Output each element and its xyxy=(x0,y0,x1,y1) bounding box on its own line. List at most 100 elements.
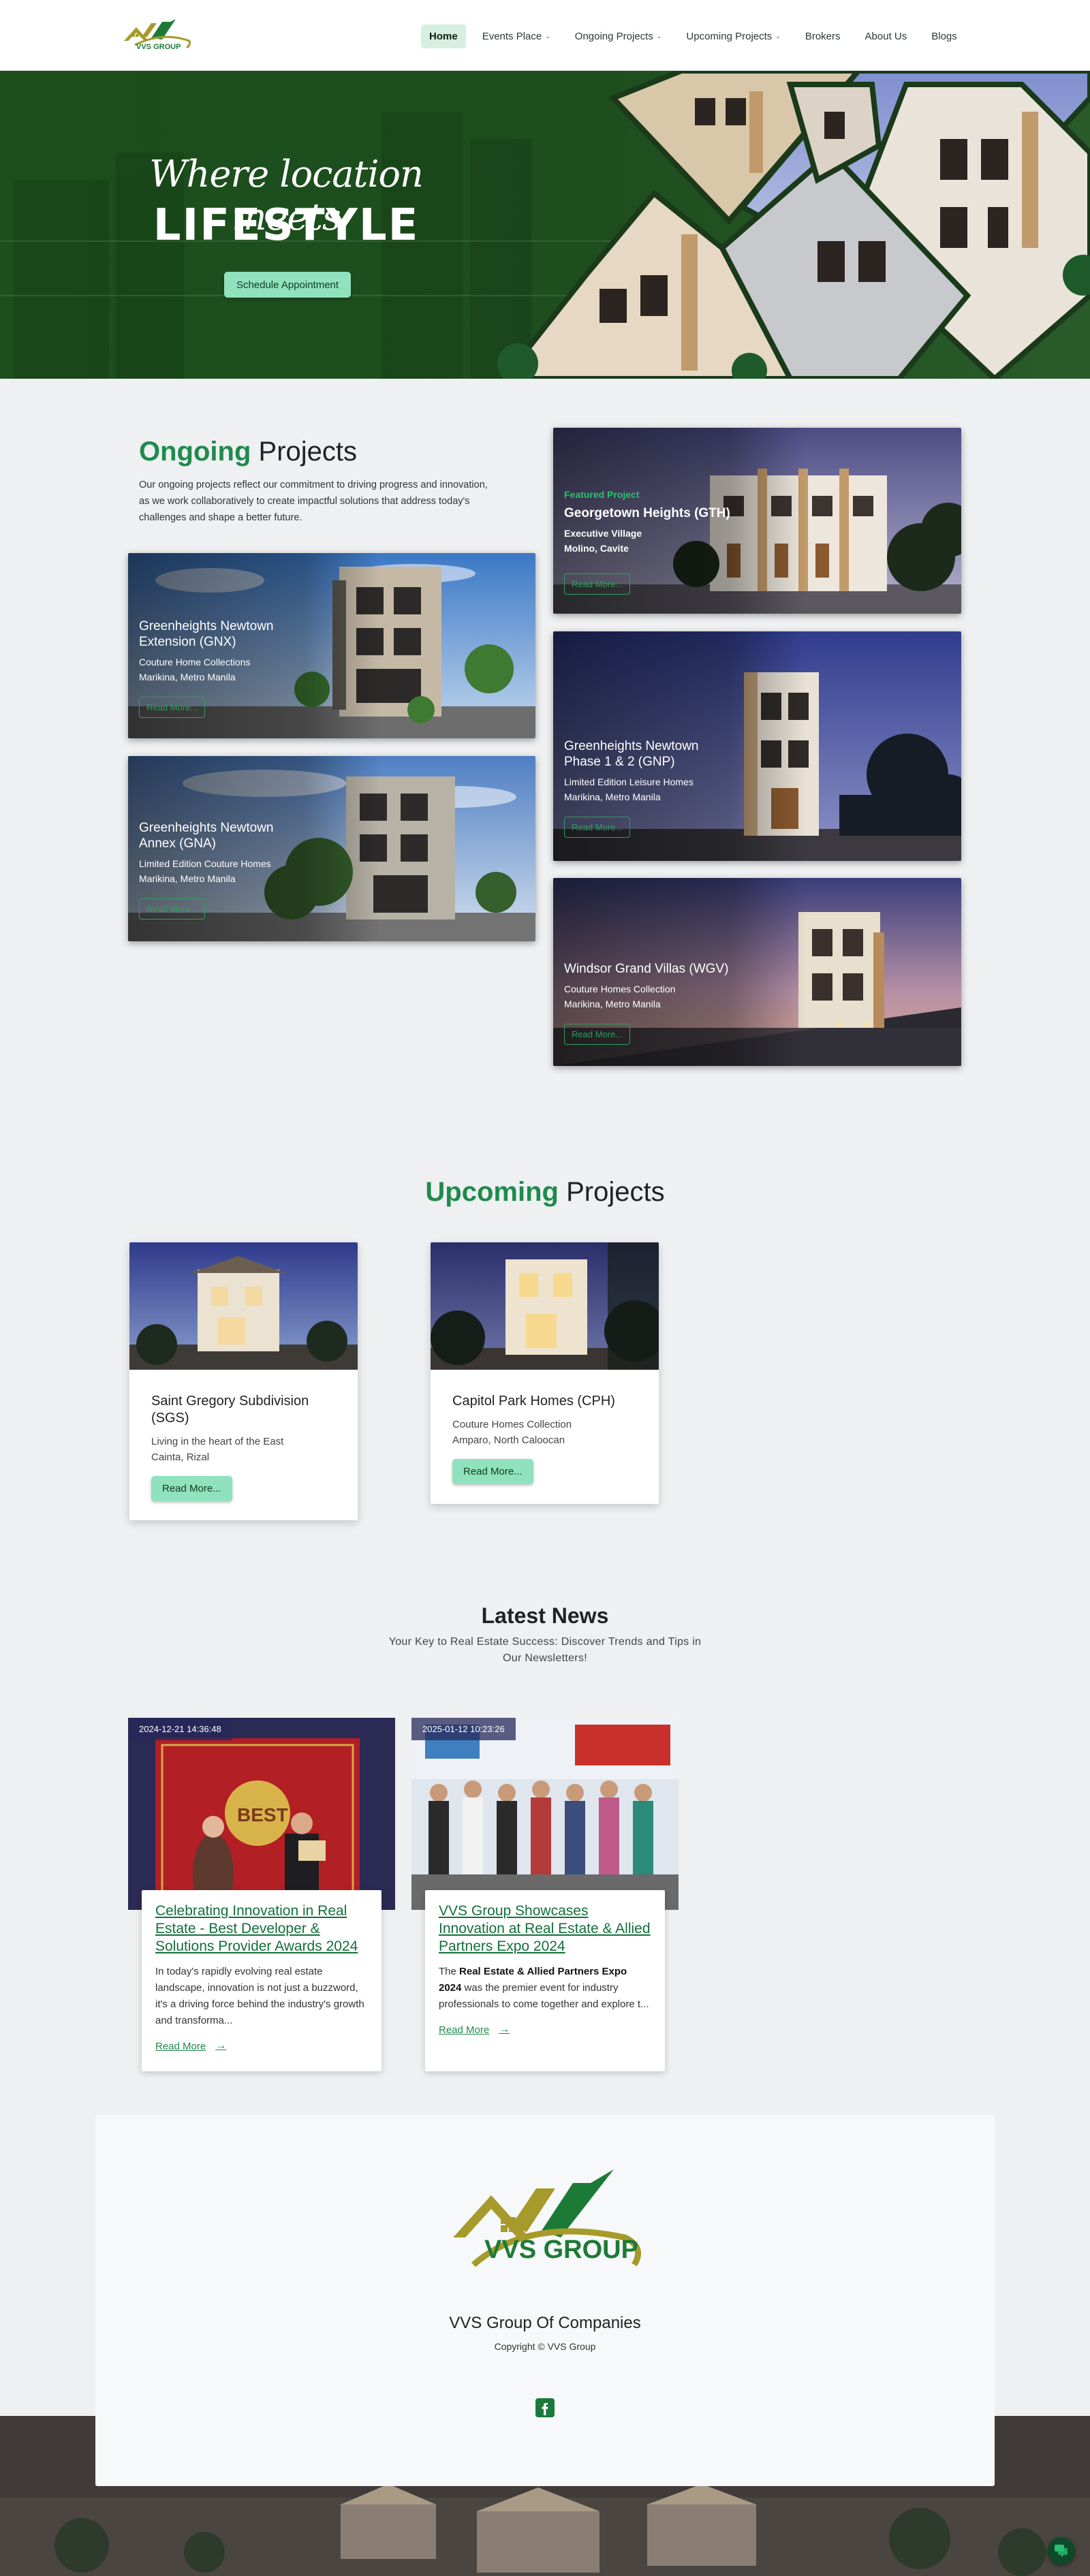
vvs-logo[interactable]: VVS GROUP xyxy=(121,18,196,53)
nav-item-label: Ongoing Projects xyxy=(574,31,653,42)
sgs-house-image xyxy=(129,1242,358,1370)
footer-copyright: Copyright © VVS Group xyxy=(494,2341,596,2352)
awards-photo: BEST xyxy=(128,1718,395,1910)
news-title-link[interactable]: VVS Group Showcases Innovation at Real E… xyxy=(439,1902,651,1955)
card-body: Saint Gregory Subdivision (SGS) Living i… xyxy=(129,1370,358,1501)
news-date-badge: 2024-12-21 14:36:48 xyxy=(128,1718,232,1740)
project-collection: Executive Village xyxy=(564,528,642,539)
read-more-link[interactable]: Read More → xyxy=(439,2024,510,2036)
nav-item-home[interactable]: Home xyxy=(421,25,466,48)
card-body: Capitol Park Homes (CPH) Couture Homes C… xyxy=(431,1370,659,1484)
nav-item-blogs[interactable]: Blogs xyxy=(923,25,965,48)
read-more-button[interactable]: Read More... xyxy=(564,574,631,595)
ongoing-projects-title: Ongoing Projects xyxy=(139,437,357,467)
project-card-gnx[interactable]: Greenheights Newtown Extension (GNX) Cou… xyxy=(128,553,535,738)
project-tagline: Living in the heart of the East xyxy=(151,1436,284,1447)
nav-item-label: Home xyxy=(429,31,458,42)
chevron-down-icon: ⌄ xyxy=(656,33,662,40)
read-more-button[interactable]: Read More... xyxy=(564,1024,631,1045)
project-collection: Couture Homes Collection xyxy=(452,1419,572,1430)
schedule-appointment-button[interactable]: Schedule Appointment xyxy=(224,272,351,298)
news-date-badge: 2025-01-12 10:23:26 xyxy=(411,1718,516,1740)
project-location: Molino, Cavite xyxy=(564,543,629,554)
chevron-down-icon: ⌄ xyxy=(775,33,781,40)
project-card-gna[interactable]: Greenheights Newtown Annex (GNA) Limited… xyxy=(128,756,535,941)
project-location: Marikina, Metro Manila xyxy=(564,999,661,1009)
read-more-button[interactable]: Read More... xyxy=(452,1459,533,1484)
facebook-icon[interactable] xyxy=(535,2398,555,2417)
nav-item-label: Upcoming Projects xyxy=(686,31,773,42)
project-collection: Couture Home Collections xyxy=(139,657,251,667)
project-card-gth[interactable]: Featured Project Georgetown Heights (GTH… xyxy=(553,428,961,614)
read-more-button[interactable]: Read More... xyxy=(151,1476,232,1501)
ongoing-projects-description: Our ongoing projects reflect our commitm… xyxy=(139,480,488,523)
read-more-link[interactable]: Read More → xyxy=(155,2040,226,2052)
news-title-link[interactable]: Celebrating Innovation in Real Estate - … xyxy=(155,1902,368,1955)
expo-photo xyxy=(411,1718,679,1910)
project-name: Greenheights Newtown Extension (GNX) xyxy=(139,619,274,649)
nav-item-label: About Us xyxy=(865,31,907,42)
project-location: Cainta, Rizal xyxy=(151,1451,210,1463)
read-more-button[interactable]: Read More... xyxy=(564,817,631,838)
read-more-label: Read More xyxy=(155,2040,206,2052)
read-more-label: Read More xyxy=(439,2024,490,2036)
excerpt-prefix: The xyxy=(439,1966,460,1977)
project-location: Marikina, Metro Manila xyxy=(564,791,661,802)
svg-text:BEST: BEST xyxy=(237,1804,288,1825)
featured-project-label: Featured Project xyxy=(564,489,640,500)
project-collection: Couture Homes Collection xyxy=(564,984,676,994)
nav-item-ongoing-projects[interactable]: Ongoing Projects ⌄ xyxy=(567,25,670,48)
project-name: Greenheights Newtown Phase 1 & 2 (GNP) xyxy=(564,739,699,769)
upcoming-projects-title: Upcoming Projects xyxy=(0,1177,1090,1208)
upcoming-card-cph[interactable]: Capitol Park Homes (CPH) Couture Homes C… xyxy=(431,1242,659,1504)
project-collection: Limited Edition Couture Homes xyxy=(139,858,271,869)
news-card-awards: Celebrating Innovation in Real Estate - … xyxy=(142,1890,382,2071)
arrow-right-icon: → xyxy=(215,2040,227,2052)
card-body: Greenheights Newtown Phase 1 & 2 (GNP) L… xyxy=(564,738,721,838)
footer-card: VVS GROUP VVS Group Of Companies Copyrig… xyxy=(95,2115,995,2486)
news-excerpt: In today's rapidly evolving real estate … xyxy=(155,1966,364,2026)
vvs-group-logo[interactable]: VVS GROUP xyxy=(446,2169,644,2273)
nav-item-upcoming-projects[interactable]: Upcoming Projects ⌄ xyxy=(678,25,788,48)
project-card-wgv[interactable]: Windsor Grand Villas (WGV) Couture Homes… xyxy=(553,878,961,1066)
news-image-awards[interactable]: BEST 2024-12-21 14:36:48 xyxy=(128,1718,395,1910)
chat-widget-button[interactable] xyxy=(1048,2537,1075,2564)
nav-item-label: Events Place xyxy=(482,31,542,42)
nav-item-events-place[interactable]: Events Place ⌄ xyxy=(474,25,559,48)
project-collection: Limited Edition Leisure Homes xyxy=(564,776,694,787)
top-navbar: VVS GROUP Home Events Place ⌄ Ongoing Proje… xyxy=(0,0,1090,71)
nav-item-label: Brokers xyxy=(805,31,841,42)
news-image-expo[interactable]: 2025-01-12 10:23:26 xyxy=(411,1718,679,1910)
card-body: Greenheights Newtown Extension (GNX) Cou… xyxy=(139,618,296,718)
title-accent: Ongoing xyxy=(139,437,251,467)
footer-company-name: VVS Group Of Companies xyxy=(449,2314,641,2332)
svg-text:VVS GROUP: VVS GROUP xyxy=(136,43,181,51)
nav-item-label: Blogs xyxy=(931,31,957,42)
project-location: Marikina, Metro Manila xyxy=(139,873,236,884)
nav-item-brokers[interactable]: Brokers xyxy=(797,25,849,48)
read-more-button[interactable]: Read More... xyxy=(139,697,206,718)
card-body: Greenheights Newtown Annex (GNA) Limited… xyxy=(139,820,296,920)
project-name: Saint Gregory Subdivision (SGS) xyxy=(151,1394,309,1426)
read-more-button[interactable]: Read More... xyxy=(139,898,206,920)
hero-banner: Where location meets LIFESTYLE Schedule … xyxy=(0,71,1090,379)
chevron-down-icon: ⌄ xyxy=(545,33,550,40)
excerpt-rest: was the premier event for industry profe… xyxy=(439,1982,649,2010)
project-name: Capitol Park Homes (CPH) xyxy=(452,1394,615,1409)
latest-news-title: Latest News xyxy=(481,1603,609,1628)
chat-icon xyxy=(1055,2545,1068,2557)
news-card-expo: VVS Group Showcases Innovation at Real E… xyxy=(425,1890,665,2071)
upcoming-card-sgs[interactable]: Saint Gregory Subdivision (SGS) Living i… xyxy=(129,1242,358,1520)
title-accent: Upcoming xyxy=(425,1177,559,1207)
nav-item-about-us[interactable]: About Us xyxy=(857,25,916,48)
title-rest: Projects xyxy=(258,437,358,467)
project-name: Greenheights Newtown Annex (GNA) xyxy=(139,821,274,851)
project-location: Marikina, Metro Manila xyxy=(139,672,236,682)
project-card-gnp[interactable]: Greenheights Newtown Phase 1 & 2 (GNP) L… xyxy=(553,631,961,861)
latest-news-subtitle: Your Key to Real Estate Success: Discove… xyxy=(388,1636,702,1664)
project-name: Georgetown Heights (GTH) xyxy=(564,506,730,520)
svg-text:VVS GROUP: VVS GROUP xyxy=(484,2235,638,2264)
project-location: Amparo, North Caloocan xyxy=(452,1434,565,1446)
hero-title: LIFESTYLE xyxy=(153,200,420,251)
card-body: Featured Project Georgetown Heights (GTH… xyxy=(564,489,730,595)
